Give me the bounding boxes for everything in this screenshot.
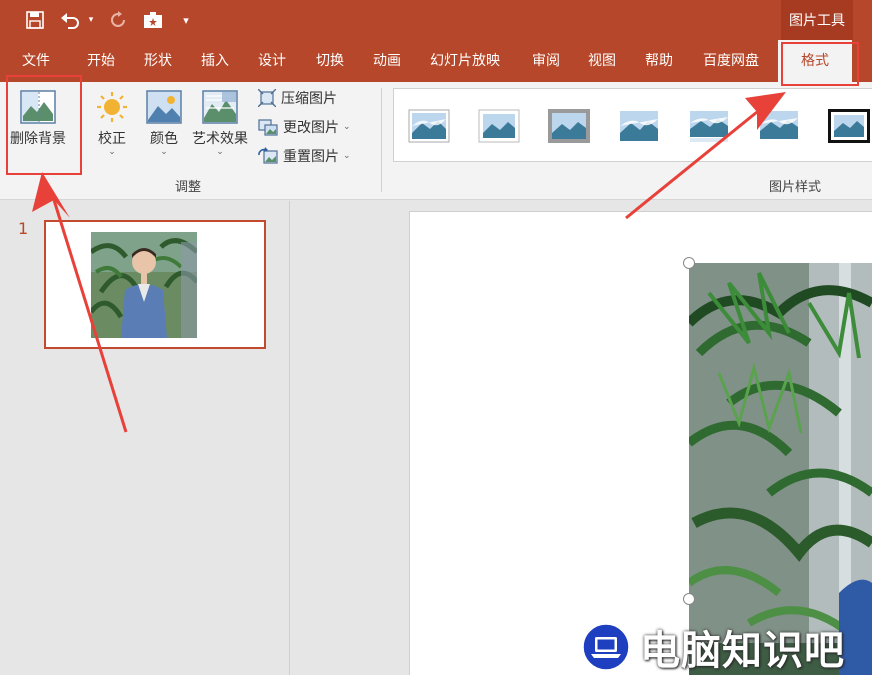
arrow-to-remove-background xyxy=(32,172,128,433)
annotation-arrows xyxy=(32,92,786,433)
watermark-text: 电脑知识吧 xyxy=(640,628,845,674)
watermark: 电脑知识吧 xyxy=(582,618,845,675)
laptop-logo-icon xyxy=(582,623,630,671)
arrow-to-format-tab xyxy=(625,92,786,220)
